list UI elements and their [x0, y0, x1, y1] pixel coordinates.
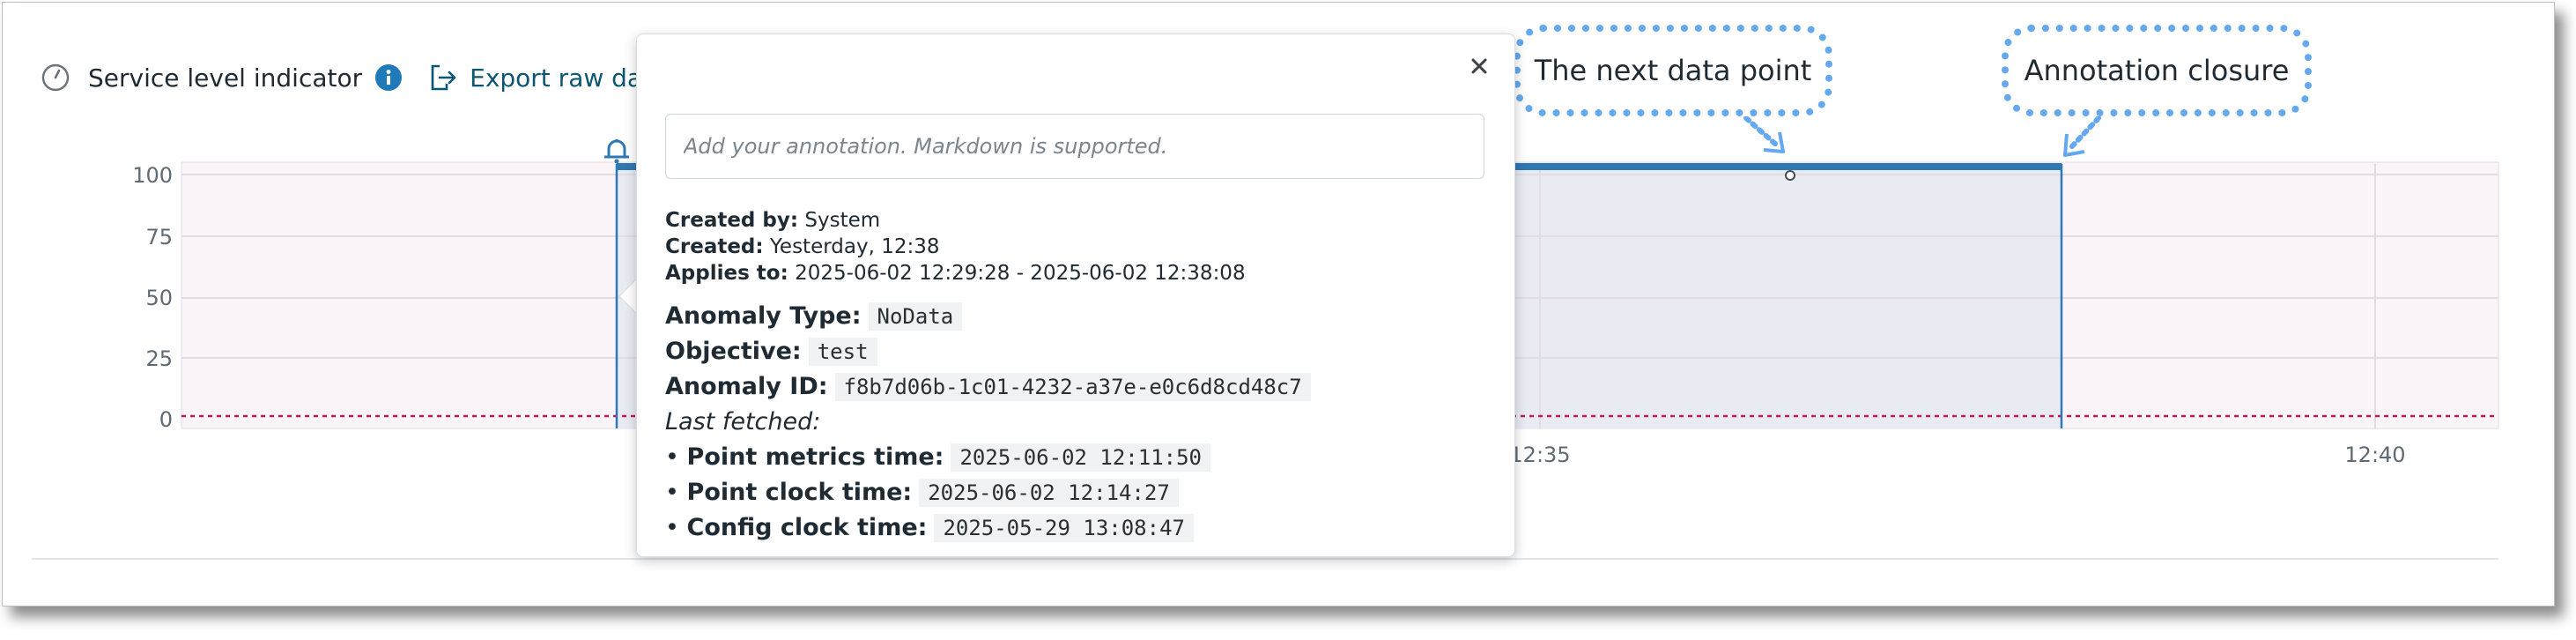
created-by-label: Created by: — [665, 209, 799, 232]
point-clock-value: 2025-06-02 12:14:27 — [919, 479, 1179, 507]
objective-value: test — [808, 338, 877, 366]
anomaly-type-label: Anomaly Type: — [665, 302, 862, 330]
anomaly-details: Anomaly Type: NoData Objective: test Anoma… — [665, 299, 1311, 546]
last-fetched-label: Last fetched: — [665, 408, 821, 435]
created-by-value: System — [804, 209, 881, 232]
annotation-input[interactable] — [665, 114, 1484, 179]
callout-arrow-closure — [2063, 115, 2101, 157]
bullet: • — [665, 514, 679, 541]
bell-icon[interactable] — [604, 139, 629, 164]
annotation-meta: Created by: System Created: Yesterday, 1… — [665, 207, 1246, 287]
point-metrics-value: 2025-06-02 12:11:50 — [951, 443, 1211, 472]
y-tick-0: 0 — [159, 407, 173, 432]
y-tick-50: 50 — [145, 286, 173, 310]
y-tick-75: 75 — [145, 225, 173, 249]
bullet: • — [665, 443, 679, 471]
y-tick-25: 25 — [145, 346, 173, 371]
x-tick-1240: 12:40 — [2344, 443, 2405, 467]
config-clock-label: Config clock time: — [686, 514, 928, 541]
anomaly-id-value: f8b7d06b-1c01-4232-a37e-e0c6d8cd48c7 — [834, 373, 1311, 401]
objective-label: Objective: — [665, 338, 802, 365]
created-label: Created: — [665, 235, 764, 258]
applies-to-label: Applies to: — [665, 262, 788, 285]
point-clock-label: Point clock time: — [686, 479, 913, 506]
annotation-popup: Created by: System Created: Yesterday, 1… — [636, 33, 1515, 557]
close-icon[interactable] — [1467, 54, 1492, 78]
applies-to-value: 2025-06-02 12:29:28 - 2025-06-02 12:38:0… — [795, 262, 1246, 285]
anomaly-type-value: NoData — [868, 302, 963, 331]
anomaly-id-label: Anomaly ID: — [665, 373, 828, 400]
callout-annotation-closure: Annotation closure — [2002, 25, 2312, 116]
bullet: • — [665, 479, 679, 506]
y-tick-100: 100 — [132, 163, 173, 188]
x-tick-1235: 12:35 — [1509, 443, 1570, 467]
callout-arrow-next-point — [1743, 115, 1785, 153]
next-data-point[interactable] — [1785, 170, 1795, 181]
created-value: Yesterday, 12:38 — [769, 235, 940, 258]
config-clock-value: 2025-05-29 13:08:47 — [934, 514, 1194, 542]
point-metrics-label: Point metrics time: — [686, 443, 944, 471]
callout-next-data-point: The next data point — [1514, 25, 1832, 116]
